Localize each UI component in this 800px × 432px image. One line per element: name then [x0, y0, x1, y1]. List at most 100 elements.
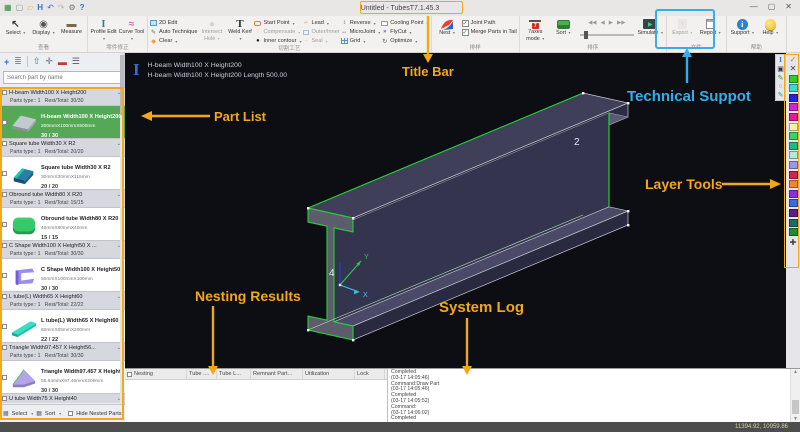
- layer-color-swatch-14[interactable]: [789, 209, 798, 217]
- layer-color-swatch-16[interactable]: [789, 228, 798, 236]
- flycut-button[interactable]: »FlyCut▾: [381, 28, 428, 36]
- column-header-tube-l[interactable]: Tube L...: [217, 369, 251, 379]
- layer-color-swatch-11[interactable]: [789, 180, 798, 188]
- start-point-button[interactable]: Start Point▾: [254, 19, 301, 27]
- intersect-hole-button[interactable]: ●Intersect Hole ▾: [198, 17, 225, 45]
- part-group-header[interactable]: Obround tube Width80 X R20⌄: [0, 189, 125, 199]
- part-group-header[interactable]: U tube Width75 X Height40⌄: [0, 393, 125, 403]
- seal-button[interactable]: −Seal▾: [302, 37, 339, 45]
- part-item-l-tube[interactable]: L tube(L) Width65 X Height6060mmX65mmX20…: [0, 310, 125, 342]
- cooling-point-button[interactable]: Cooling Point▾: [381, 19, 428, 27]
- layer-color-swatch-5[interactable]: [789, 123, 798, 131]
- auto-technique-button[interactable]: ✎Auto Technique: [150, 28, 197, 36]
- group-checkbox[interactable]: [2, 396, 7, 401]
- layer-color-swatch-12[interactable]: [789, 190, 798, 198]
- group-checkbox[interactable]: [2, 141, 7, 146]
- group-checkbox[interactable]: [2, 294, 7, 299]
- item-checkbox[interactable]: [2, 222, 7, 227]
- export-button[interactable]: ↑Export ▾: [669, 17, 696, 44]
- item-checkbox[interactable]: [2, 120, 7, 125]
- hbeam-3d-model[interactable]: 2 4 Y X: [125, 53, 786, 368]
- layer-color-swatch-0[interactable]: [789, 75, 798, 83]
- layer-color-swatch-1[interactable]: [789, 84, 798, 92]
- item-checkbox[interactable]: [2, 324, 7, 329]
- part-library-button[interactable]: ≣: [14, 56, 22, 67]
- sort-button[interactable]: Sort ▾: [550, 17, 577, 44]
- layer-color-swatch-10[interactable]: [789, 171, 798, 179]
- add-to-nest-button[interactable]: ✛: [45, 56, 53, 67]
- lead-button[interactable]: ⌐Lead▾: [302, 19, 339, 27]
- layer-color-swatch-6[interactable]: [789, 132, 798, 140]
- outer-inner-button[interactable]: Outer/Inner: [302, 28, 339, 36]
- fast-forward-button[interactable]: ▶▶: [617, 20, 625, 26]
- layer-color-swatch-2[interactable]: [789, 94, 798, 102]
- maximize-button[interactable]: ▢: [768, 2, 776, 11]
- open-folder-icon[interactable]: ▱: [27, 3, 33, 13]
- settings-icon[interactable]: ⚙: [68, 3, 75, 13]
- clear-layer-icon[interactable]: ✕: [790, 64, 797, 73]
- about-icon[interactable]: ?: [80, 3, 85, 13]
- draw-icon[interactable]: ✎: [778, 74, 784, 82]
- item-checkbox[interactable]: [2, 273, 7, 278]
- layer-color-swatch-3[interactable]: [789, 103, 798, 111]
- import-part-button[interactable]: ⇧: [33, 56, 41, 67]
- part-group-header[interactable]: C Shape Width100 X Height50 X ...⌄: [0, 240, 125, 250]
- layer-color-swatch-8[interactable]: [789, 151, 798, 159]
- column-header-remnant-part[interactable]: Remnant Part...: [251, 369, 303, 379]
- display-button[interactable]: ◉Display ▾: [30, 17, 57, 44]
- item-checkbox[interactable]: [2, 171, 7, 176]
- report-button[interactable]: Report ▾: [697, 17, 724, 44]
- search-box[interactable]: [3, 71, 121, 84]
- viewport-3d[interactable]: I H-beam Width100 X Height200 H-beam Wid…: [125, 53, 786, 368]
- part-item-triangle[interactable]: Triangle Width97.457 X Height56.6456.64m…: [0, 361, 125, 393]
- microjoint-button[interactable]: ↔MicroJoint▾: [341, 28, 381, 36]
- simulate-button[interactable]: ▶Simulate ▾: [637, 17, 664, 44]
- close-button[interactable]: ✕: [785, 2, 792, 11]
- nesting-select-all-checkbox[interactable]: [127, 372, 132, 377]
- profile-view-icon[interactable]: I: [779, 56, 782, 64]
- layer-user-icon[interactable]: ✚: [790, 238, 797, 247]
- minimize-button[interactable]: —: [750, 2, 758, 11]
- support-button[interactable]: iSupport ▾: [729, 17, 756, 44]
- part-item-c-shape[interactable]: C Shape Width100 X Height5050mmX100mmX10…: [0, 259, 125, 291]
- layer-color-swatch-7[interactable]: [789, 142, 798, 150]
- save-icon[interactable]: H: [37, 3, 43, 13]
- hide-nested-checkbox[interactable]: [68, 411, 73, 416]
- group-checkbox[interactable]: [2, 345, 7, 350]
- optimize-button[interactable]: ↻Optimize▾: [381, 37, 428, 45]
- search-input[interactable]: [4, 75, 120, 81]
- group-checkbox[interactable]: [2, 192, 7, 197]
- part-item-hbeam[interactable]: H-beam Width100 X Height200200mmX100mmX5…: [0, 106, 125, 138]
- part-group-header[interactable]: Triangle Width97.457 X Height56...⌄: [0, 342, 125, 352]
- group-checkbox[interactable]: [2, 243, 7, 248]
- measure-button[interactable]: ▬Measure: [58, 17, 85, 44]
- undo-icon[interactable]: ↶: [47, 3, 54, 13]
- rewind-button[interactable]: ◀◀: [588, 20, 596, 26]
- delete-part-button[interactable]: ▬: [58, 57, 67, 67]
- layer-color-swatch-15[interactable]: [789, 219, 798, 227]
- help-button[interactable]: Help ▾: [757, 17, 784, 44]
- layer-box-icon[interactable]: ▣: [777, 65, 784, 73]
- part-list-scrollbar[interactable]: [120, 53, 124, 422]
- redo-icon[interactable]: ↷: [58, 3, 65, 13]
- weld-kerf-button[interactable]: TWeld Kerf ▾: [226, 17, 253, 45]
- group-checkbox[interactable]: [2, 90, 7, 95]
- step-forward-button[interactable]: ▶: [609, 20, 613, 26]
- select-menu[interactable]: Select: [12, 411, 28, 417]
- brush-icon[interactable]: ✎: [778, 91, 784, 99]
- curve-tool-button[interactable]: ≈Curve Tool ▾: [118, 17, 145, 44]
- layer-color-swatch-13[interactable]: [789, 199, 798, 207]
- 2d-edit-button[interactable]: 2D Edit: [150, 19, 197, 27]
- nesting-results-body[interactable]: [125, 380, 387, 422]
- part-item-square-tube[interactable]: Square tube Width30 X R230mmX30mmX115mm2…: [0, 157, 125, 189]
- sort-menu[interactable]: Sort: [45, 411, 55, 417]
- merge-parts-in-tail-button[interactable]: ✓Merge Parts in Tail: [462, 28, 517, 36]
- select-button[interactable]: ↖Select ▾: [2, 17, 29, 44]
- clear-button[interactable]: ◆Clear▾: [150, 37, 197, 45]
- compensate-button[interactable]: ○Compensate▾: [254, 28, 301, 36]
- profile-edit-button[interactable]: IProfile Edit ▾: [90, 17, 117, 44]
- layer-color-swatch-9[interactable]: [789, 161, 798, 169]
- scroll-up-icon[interactable]: ▲: [791, 369, 800, 375]
- part-group-header[interactable]: Square tube Width30 X R2⌄: [0, 138, 125, 148]
- app-logo-icon[interactable]: ▦: [4, 3, 12, 13]
